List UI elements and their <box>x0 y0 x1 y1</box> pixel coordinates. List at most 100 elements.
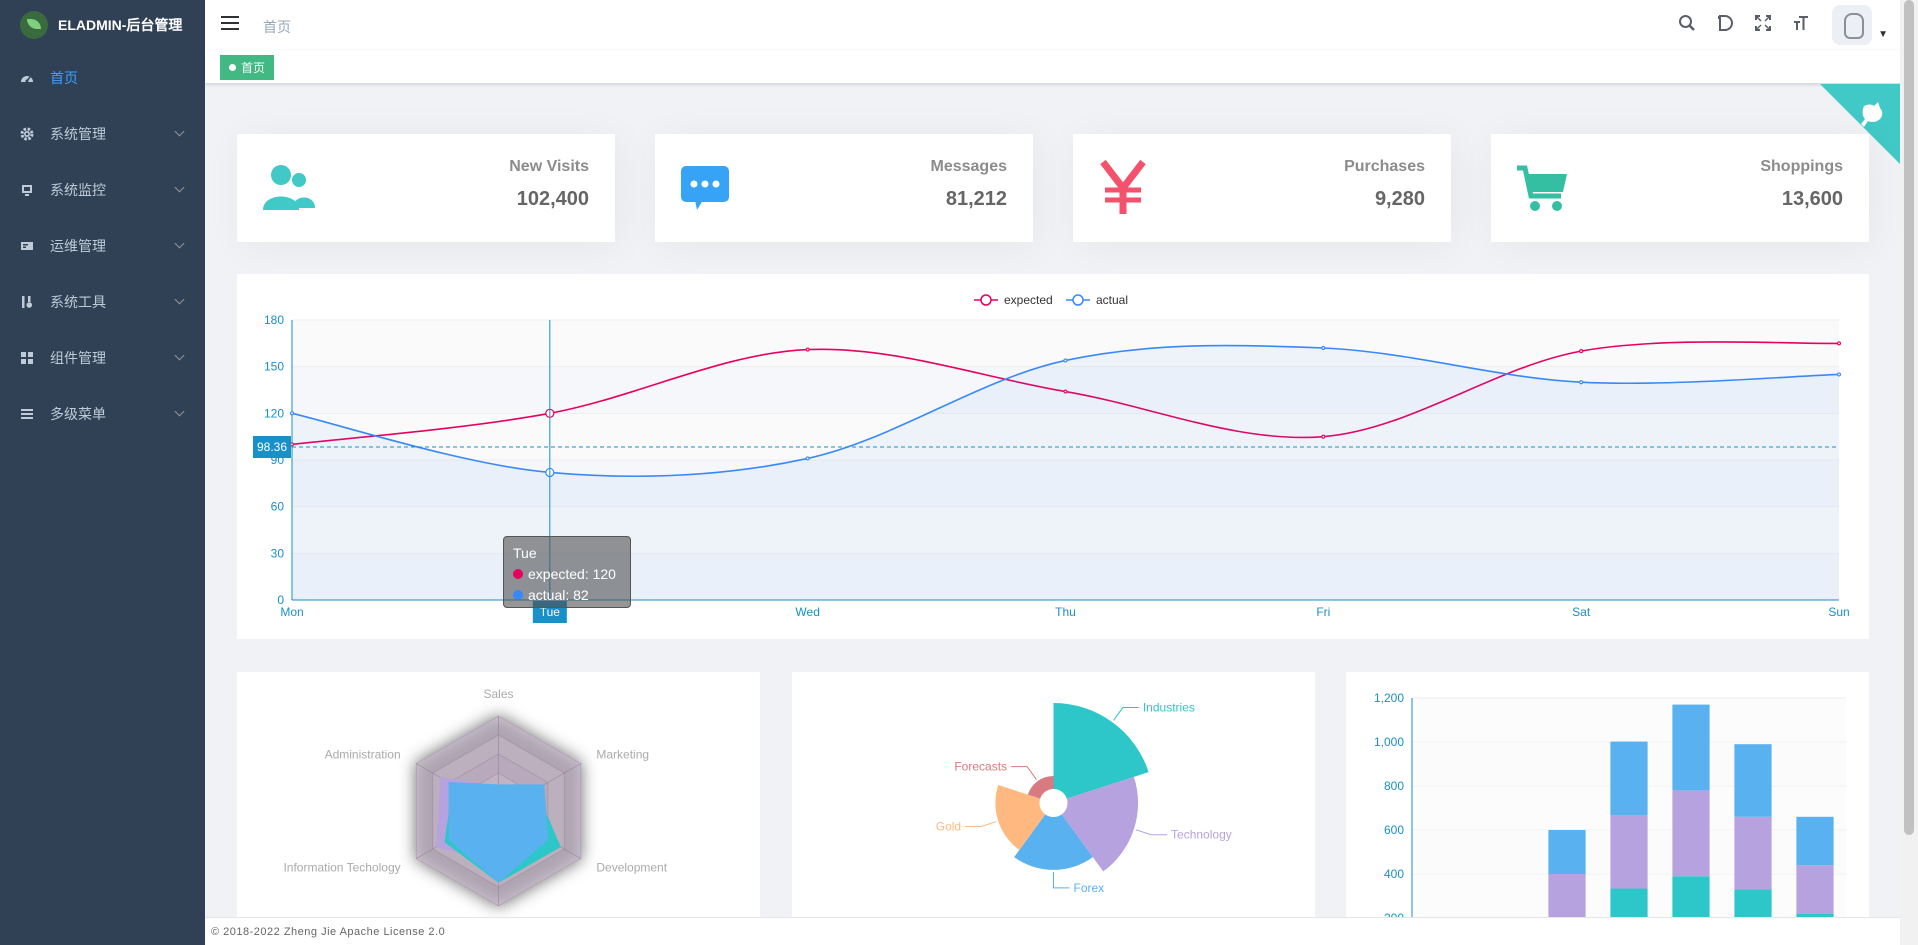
sidebar-item-multilevel[interactable]: 多级菜单 <box>0 386 205 442</box>
line-chart[interactable]: expected actual 0306090120150180Mon Wed Th… <box>237 274 1869 639</box>
logo[interactable]: ELADMIN-后台管理 <box>0 0 205 50</box>
data-point-expected <box>1579 349 1584 354</box>
tooltip-actual: actual: 82 <box>528 587 589 603</box>
pie-chart-card: Industries Technology Forex Gold Forecasts <box>792 672 1315 922</box>
bar-chart-card: 2004006008001,0001,200 <box>1346 672 1869 922</box>
bar-pageA <box>1672 876 1710 922</box>
legend-marker-expected <box>980 294 992 306</box>
tags-view: 首页 <box>205 50 1918 84</box>
y-tick-label: 800 <box>1384 779 1404 793</box>
chevron-down-icon <box>174 182 185 193</box>
sidebar-item-label: 首页 <box>50 70 78 86</box>
legend-marker-actual <box>1072 294 1084 306</box>
chevron-down-icon <box>174 238 185 249</box>
data-point-actual <box>1063 358 1068 363</box>
panel-messages[interactable]: Messages 81,212 <box>655 134 1033 242</box>
chart-legend[interactable]: expected actual <box>974 293 1128 307</box>
bar-pageC <box>1734 744 1772 817</box>
search-icon[interactable] <box>1676 14 1698 36</box>
sidebar-item-label: 系统监控 <box>50 182 106 198</box>
x-tick-label: Wed <box>795 605 819 619</box>
y-tick-label: 60 <box>271 500 285 514</box>
panel-value: 102,400 <box>516 188 589 210</box>
chevron-down-icon <box>174 350 185 361</box>
sidebar-item-monitor[interactable]: 系统监控 <box>0 162 205 218</box>
sidebar-item-tools[interactable]: 系统工具 <box>0 274 205 330</box>
y-tick-label: 400 <box>1384 867 1404 881</box>
panel-label: Messages <box>930 158 1008 175</box>
pie-label-line <box>1011 766 1037 780</box>
grid-band <box>1412 698 1846 742</box>
dashboard-icon <box>20 71 34 85</box>
cart-icon <box>1517 165 1567 211</box>
server-icon <box>20 239 34 253</box>
pie-chart[interactable]: Industries Technology Forex Gold Forecasts <box>792 672 1315 922</box>
data-point-actual <box>1836 372 1842 377</box>
sidebar: ELADMIN-后台管理 首页 系统管理 系统监控 运维管理 系统工具 组件管理… <box>0 0 205 945</box>
data-point-actual <box>1321 345 1326 351</box>
sidebar-item-components[interactable]: 组件管理 <box>0 330 205 386</box>
tag-home[interactable]: 首页 <box>220 55 275 80</box>
panel-shoppings[interactable]: Shoppings 13,600 <box>1491 134 1869 242</box>
tooltip-marker-expected <box>513 569 523 579</box>
tools-icon <box>20 295 34 309</box>
bar-pageC <box>1796 816 1834 866</box>
data-point-actual <box>1579 380 1584 385</box>
radar-chart[interactable]: SalesMarketingDevelopmentCustomer Suppor… <box>237 672 760 922</box>
bar-pageB <box>1610 815 1648 889</box>
crosshair-value: 98.36 <box>257 440 287 454</box>
line-chart-card: expected actual 0 30 60 90 120 150 180 Mon Wed Th… <box>237 274 1869 639</box>
y-tick-label: 120 <box>264 406 284 420</box>
bar-chart[interactable]: 2004006008001,0001,200 <box>1346 672 1869 922</box>
y-tick-label: 150 <box>264 360 284 374</box>
x-tick-label: Mon <box>280 605 303 619</box>
chevron-down-icon <box>174 406 185 417</box>
navbar: 首页 ▼ <box>205 0 1918 50</box>
scrollbar-thumb[interactable] <box>1904 0 1914 835</box>
y-tick-label: 1,000 <box>1374 735 1404 749</box>
bar-pageC <box>1610 741 1648 816</box>
people-icon <box>263 165 315 210</box>
chevron-down-icon <box>174 126 185 137</box>
sidebar-item-ops[interactable]: 运维管理 <box>0 218 205 274</box>
avatar[interactable] <box>1832 5 1873 45</box>
bar-pageB <box>1796 865 1834 914</box>
x-tick-label: Sat <box>1572 605 1591 619</box>
breadcrumb[interactable]: 首页 <box>263 17 291 37</box>
sidebar-item-label: 多级菜单 <box>50 406 106 422</box>
legend-actual: actual <box>1096 293 1128 307</box>
hamburger-icon[interactable] <box>221 16 239 32</box>
caret-down-icon[interactable]: ▼ <box>1878 29 1888 40</box>
data-point-actual <box>805 456 810 461</box>
panel-new-visits[interactable]: New Visits 102,400 <box>237 134 615 242</box>
panel-value: 9,280 <box>1374 188 1425 210</box>
pie-label: Forex <box>1074 881 1105 895</box>
radar-chart-card: SalesMarketingDevelopmentCustomer Suppor… <box>237 672 760 922</box>
bar-pageB <box>1548 874 1586 918</box>
panel-label: Purchases <box>1344 158 1425 175</box>
list-icon <box>20 407 34 421</box>
panel-purchases[interactable]: Purchases 9,280 <box>1073 134 1451 242</box>
data-point-expected <box>1836 341 1842 346</box>
y-tick-label: 1,200 <box>1374 691 1404 705</box>
font-size-icon[interactable] <box>1790 14 1812 36</box>
pie-label-line <box>1053 871 1070 889</box>
bar-pageB <box>1734 816 1772 890</box>
pie-label: Forecasts <box>954 760 1007 774</box>
x-tick-label: Sun <box>1828 605 1849 619</box>
sidebar-item-label: 系统工具 <box>50 294 106 310</box>
page-scrollbar[interactable] <box>1900 0 1918 945</box>
app-title: ELADMIN-后台管理 <box>58 17 183 33</box>
sidebar-item-home[interactable]: 首页 <box>0 50 205 106</box>
doc-icon[interactable] <box>1714 14 1736 36</box>
radar-indicator-label: Information Techology <box>283 861 400 875</box>
footer: © 2018-2022 Zheng Jie Apache License 2.0 <box>205 917 1900 945</box>
grid-icon <box>20 351 34 365</box>
fullscreen-icon[interactable] <box>1752 14 1774 36</box>
panel-value: 81,212 <box>945 188 1007 210</box>
sidebar-item-system[interactable]: 系统管理 <box>0 106 205 162</box>
tooltip-marker-actual <box>513 590 523 600</box>
panel-label: New Visits <box>509 158 589 175</box>
sidebar-item-label: 系统管理 <box>50 126 106 142</box>
bar-pageB <box>1672 790 1710 877</box>
